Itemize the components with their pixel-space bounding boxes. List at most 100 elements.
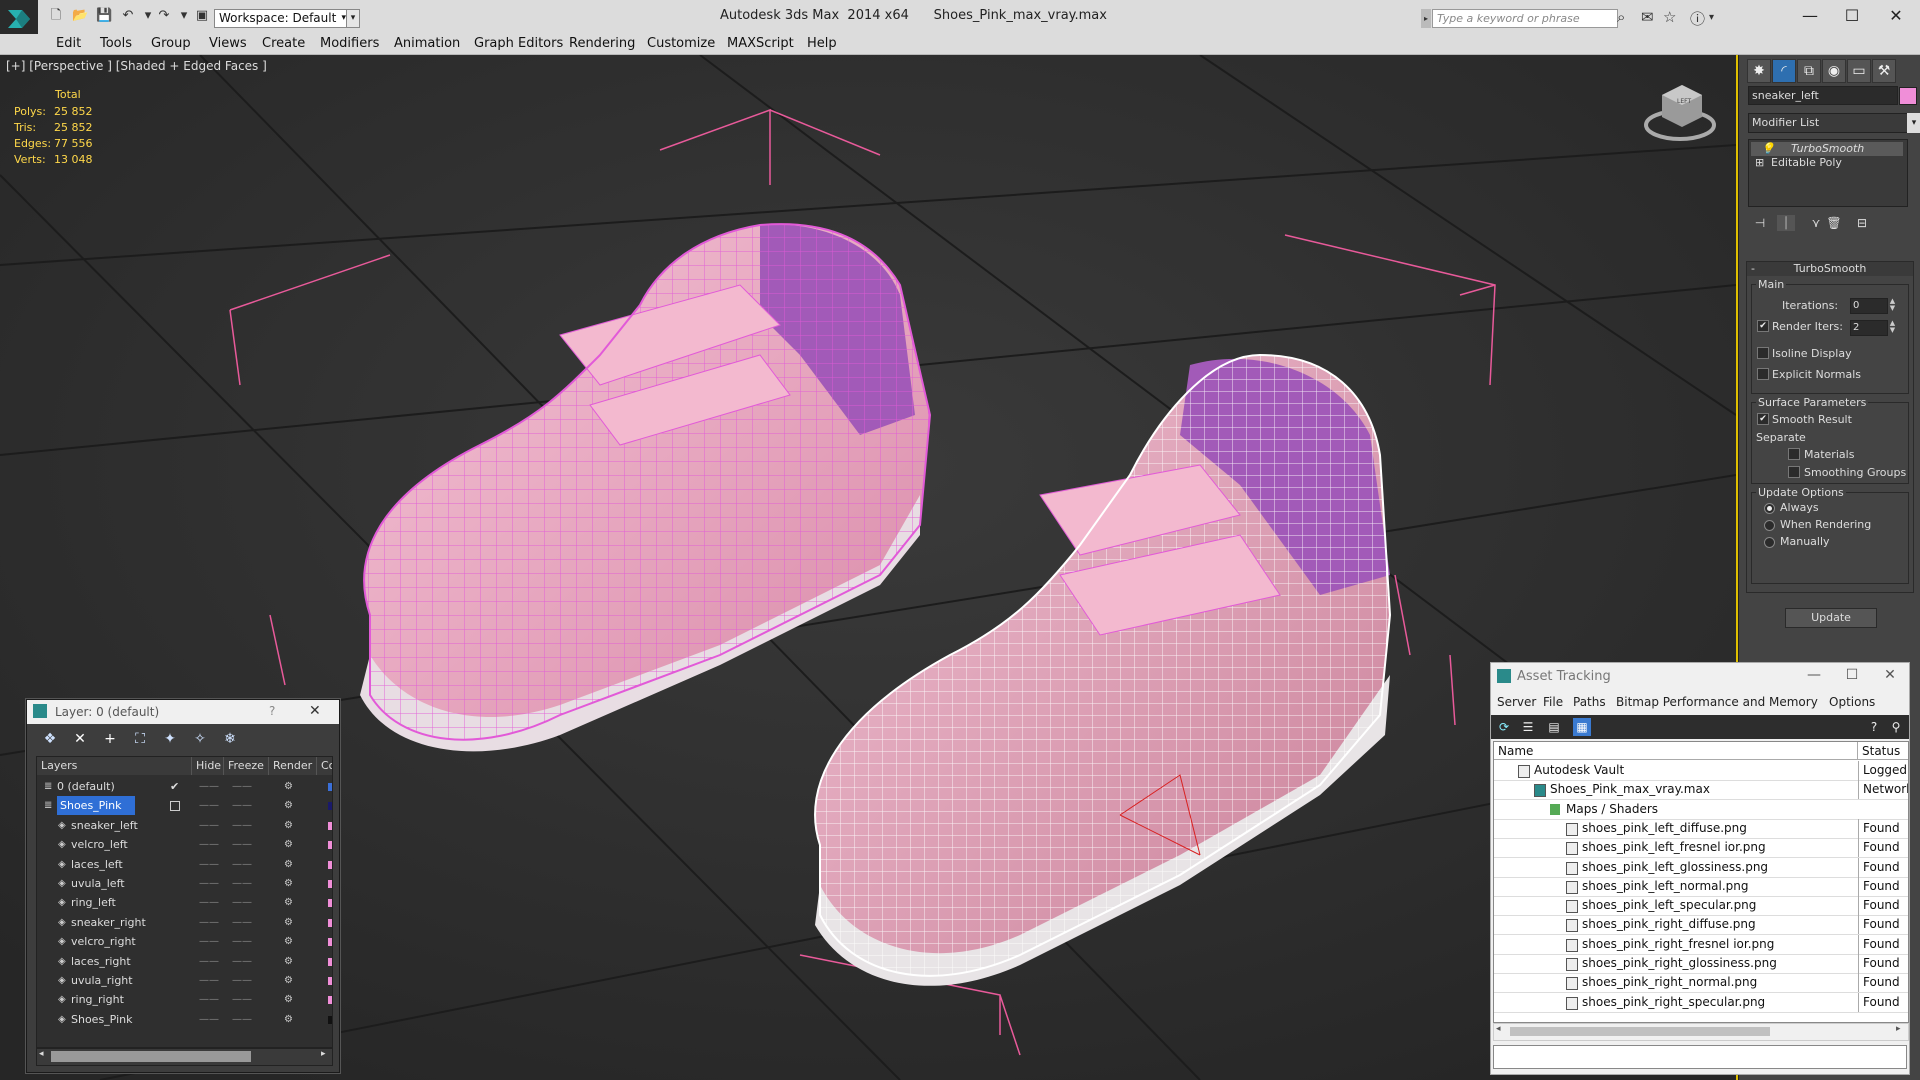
scroll-right-icon[interactable]: ▸ bbox=[321, 1049, 326, 1059]
make-unique-icon[interactable]: ⋎ bbox=[1807, 215, 1825, 231]
search-input[interactable]: Type a keyword or phrase bbox=[1432, 9, 1618, 28]
render-teapot-icon[interactable]: ⚙ bbox=[284, 990, 293, 1009]
layer-color-swatch[interactable] bbox=[328, 860, 332, 869]
layer-row[interactable]: ◈ ring_right —— —— ⚙ bbox=[37, 990, 332, 1009]
hide-toggle[interactable]: —— bbox=[199, 1010, 219, 1029]
manually-radio[interactable] bbox=[1764, 537, 1775, 548]
render-teapot-icon[interactable]: ⚙ bbox=[284, 952, 293, 971]
menu-bitmap-performance[interactable]: Bitmap Performance and Memory bbox=[1616, 695, 1818, 709]
hide-toggle[interactable]: —— bbox=[199, 796, 219, 815]
render-teapot-icon[interactable]: ⚙ bbox=[284, 796, 293, 815]
freeze-toggle[interactable]: —— bbox=[232, 932, 252, 951]
freeze-toggle[interactable]: —— bbox=[232, 835, 252, 854]
layer-color-swatch[interactable] bbox=[328, 841, 332, 850]
pin-icon[interactable]: ⚲ bbox=[1887, 718, 1905, 736]
help-button[interactable]: ? bbox=[269, 704, 275, 718]
scroll-right-icon[interactable]: ▸ bbox=[1896, 1024, 1901, 1034]
asset-row[interactable]: shoes_pink_right_normal.png Found bbox=[1494, 973, 1908, 994]
menu-graph-editors[interactable]: Graph Editors bbox=[474, 34, 563, 54]
asset-row[interactable]: shoes_pink_left_fresnel ior.png Found bbox=[1494, 838, 1908, 859]
freeze-toggle[interactable]: —— bbox=[232, 952, 252, 971]
undo-icon[interactable]: ↶ bbox=[120, 9, 136, 23]
delete-layer-icon[interactable]: ✕ bbox=[71, 730, 89, 748]
col-status[interactable]: Status bbox=[1858, 742, 1908, 760]
col-freeze[interactable]: Freeze bbox=[224, 757, 269, 775]
close-button[interactable]: ✕ bbox=[1875, 665, 1905, 685]
utilities-tab-icon[interactable]: ⚒ bbox=[1872, 59, 1896, 83]
layer-color-swatch[interactable] bbox=[328, 918, 332, 927]
pin-stack-icon[interactable]: ⊣ bbox=[1751, 215, 1769, 231]
hide-toggle[interactable]: —— bbox=[199, 971, 219, 990]
highlight-layer-icon[interactable]: ✦ bbox=[161, 730, 179, 748]
freeze-toggle[interactable]: —— bbox=[232, 816, 252, 835]
layer-name[interactable]: uvula_left bbox=[71, 874, 125, 893]
asset-row[interactable]: shoes_pink_left_diffuse.png Found bbox=[1494, 818, 1908, 839]
render-teapot-icon[interactable]: ⚙ bbox=[284, 855, 293, 874]
modifier-list-dropdown[interactable]: Modifier List bbox=[1748, 113, 1909, 133]
spinner-arrows-icon[interactable]: ▲ ▼ bbox=[1888, 320, 1897, 334]
hierarchy-tab-icon[interactable]: ⧉ bbox=[1797, 59, 1821, 83]
render-iters-checkbox[interactable]: ✔ bbox=[1757, 320, 1769, 332]
add-to-layer-icon[interactable]: + bbox=[101, 730, 119, 748]
menu-tools[interactable]: Tools bbox=[100, 34, 132, 54]
create-layer-icon[interactable]: ❖ bbox=[41, 730, 59, 748]
render-iters-spinner[interactable]: 2 bbox=[1850, 320, 1888, 336]
modify-tab-icon[interactable]: ◜ bbox=[1772, 59, 1796, 83]
lightbulb-icon[interactable]: 💡 bbox=[1761, 142, 1775, 156]
layer-name[interactable]: ring_right bbox=[71, 990, 124, 1009]
menu-group[interactable]: Group bbox=[151, 34, 191, 54]
layer-row[interactable]: ◈ uvula_left —— —— ⚙ bbox=[37, 874, 332, 893]
layer-name[interactable]: sneaker_right bbox=[71, 913, 146, 932]
redo-icon[interactable]: ↷ bbox=[156, 9, 172, 23]
project-folder-icon[interactable]: ▣ bbox=[194, 9, 210, 23]
active-layer-box-icon[interactable] bbox=[170, 801, 180, 812]
viewport-label[interactable]: [+] [Perspective ] [Shaded + Edged Faces… bbox=[6, 59, 267, 73]
app-menu-button[interactable] bbox=[0, 0, 38, 38]
help-icon[interactable]: ? bbox=[1865, 718, 1883, 736]
freeze-all-layers-icon[interactable]: ❄ bbox=[221, 730, 239, 748]
materials-checkbox[interactable] bbox=[1788, 448, 1800, 460]
scrollbar-thumb[interactable] bbox=[1510, 1027, 1770, 1036]
active-layer-check-icon[interactable]: ✔ bbox=[170, 777, 179, 796]
layer-row[interactable]: ◈ laces_right —— —— ⚙ bbox=[37, 952, 332, 971]
hide-toggle[interactable]: —— bbox=[199, 855, 219, 874]
quick-access-dropdown[interactable]: ▾ bbox=[346, 9, 360, 28]
iterations-spinner[interactable]: 0 bbox=[1850, 298, 1888, 314]
layer-row[interactable]: ◈ uvula_right —— —— ⚙ bbox=[37, 971, 332, 990]
asset-row[interactable]: shoes_pink_left_glossiness.png Found bbox=[1494, 857, 1908, 878]
scroll-left-icon[interactable]: ◂ bbox=[1496, 1024, 1501, 1034]
layer-color-swatch[interactable] bbox=[328, 996, 332, 1005]
layer-dialog-titlebar[interactable]: Layer: 0 (default) ? ✕ bbox=[27, 700, 339, 724]
asset-row[interactable]: Shoes_Pink_max_vray.max Network P bbox=[1494, 780, 1908, 801]
col-hide[interactable]: Hide bbox=[192, 757, 224, 775]
explicit-normals-checkbox[interactable] bbox=[1757, 368, 1769, 380]
chevron-down-icon[interactable]: ▾ bbox=[1907, 113, 1920, 133]
horizontal-scrollbar[interactable]: ◂ ▸ bbox=[36, 1048, 333, 1066]
hide-toggle[interactable]: —— bbox=[199, 913, 219, 932]
close-button[interactable]: ✕ bbox=[309, 703, 321, 719]
detail-view-icon[interactable]: ▤ bbox=[1545, 718, 1563, 736]
show-end-result-icon[interactable]: ⏐ bbox=[1777, 215, 1795, 231]
rollout-header[interactable]: - TurboSmooth bbox=[1747, 262, 1913, 276]
horizontal-scrollbar[interactable]: ◂ ▸ bbox=[1493, 1023, 1909, 1041]
hide-toggle[interactable]: —— bbox=[199, 952, 219, 971]
motion-tab-icon[interactable]: ◉ bbox=[1822, 59, 1846, 83]
communication-center-icon[interactable]: ✉ bbox=[1641, 8, 1654, 26]
always-radio[interactable] bbox=[1764, 503, 1775, 514]
layer-name[interactable]: sneaker_left bbox=[71, 816, 138, 835]
smooth-result-checkbox[interactable]: ✔ bbox=[1757, 413, 1769, 425]
render-teapot-icon[interactable]: ⚙ bbox=[284, 893, 293, 912]
freeze-toggle[interactable]: —— bbox=[232, 1010, 252, 1029]
minimize-button[interactable]: — bbox=[1799, 665, 1829, 685]
layer-color-swatch[interactable] bbox=[328, 783, 332, 791]
open-file-icon[interactable]: 📂 bbox=[72, 9, 88, 23]
object-color-swatch[interactable] bbox=[1899, 87, 1917, 105]
when-rendering-radio[interactable] bbox=[1764, 520, 1775, 531]
update-button[interactable]: Update bbox=[1785, 608, 1877, 628]
remove-modifier-icon[interactable]: 🗑 bbox=[1825, 215, 1843, 231]
layer-row[interactable]: ◈ laces_left —— —— ⚙ bbox=[37, 855, 332, 874]
hide-toggle[interactable]: —— bbox=[199, 777, 219, 796]
layer-row[interactable]: ◈ velcro_left —— —— ⚙ bbox=[37, 835, 332, 854]
layer-row[interactable]: ◈ ring_left —— —— ⚙ bbox=[37, 893, 332, 912]
layer-row[interactable]: ◈ velcro_right —— —— ⚙ bbox=[37, 932, 332, 951]
